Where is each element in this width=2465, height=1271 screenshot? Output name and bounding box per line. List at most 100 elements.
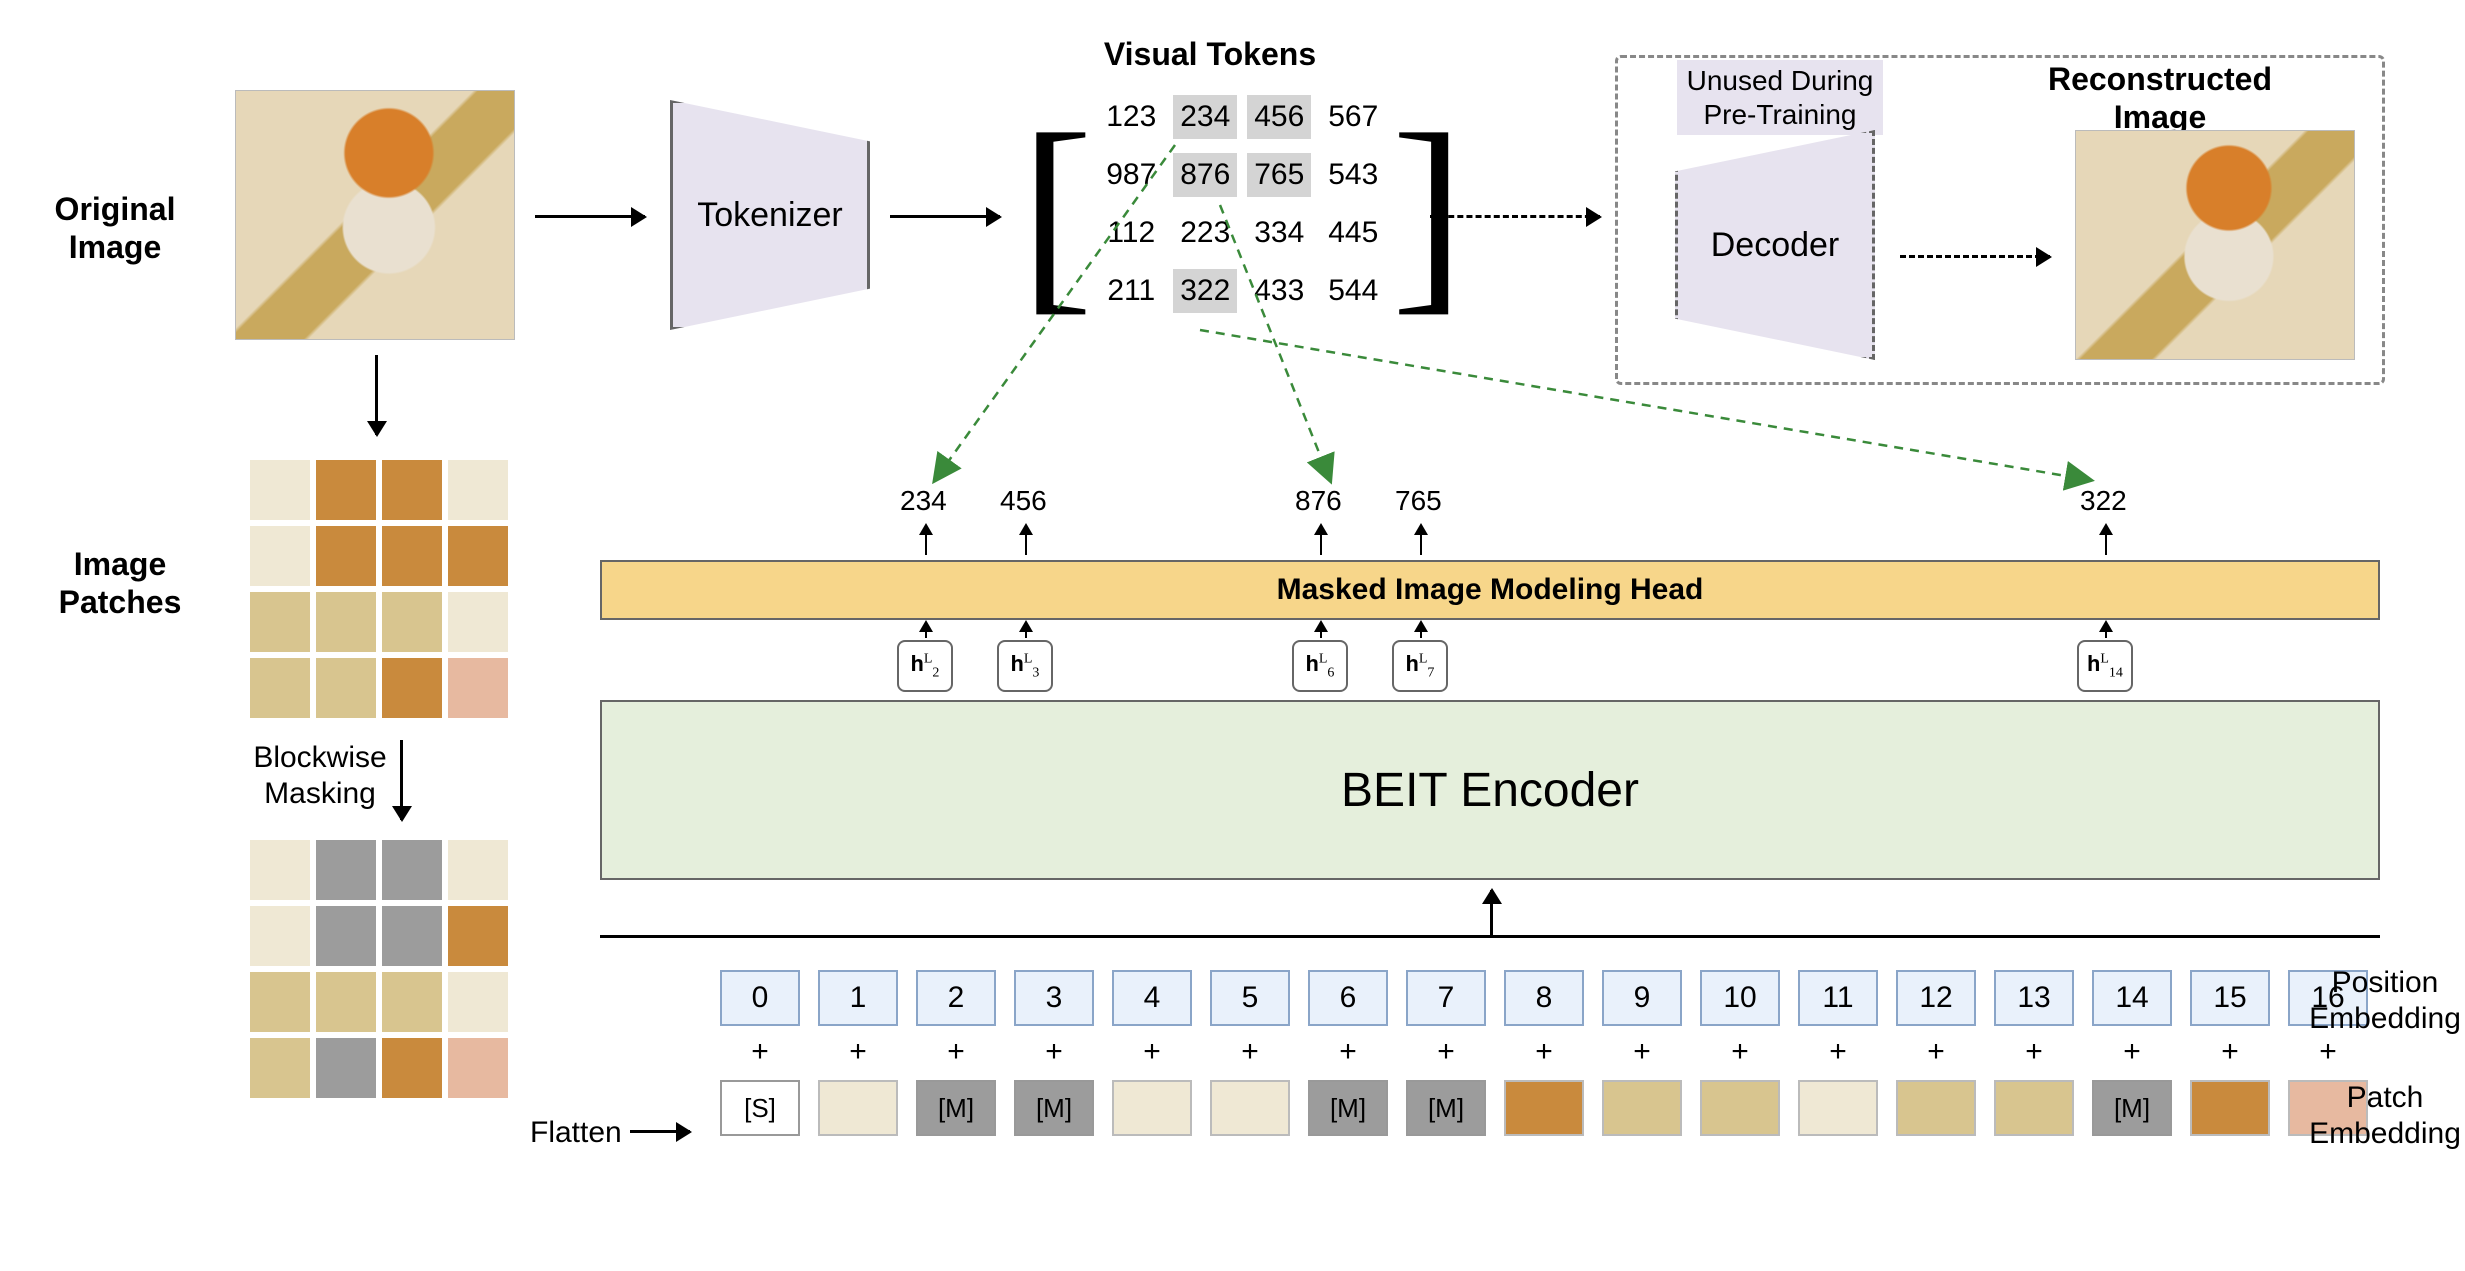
patch-cell xyxy=(250,658,310,718)
patch-cell xyxy=(382,526,442,586)
token-cell: 322 xyxy=(1173,269,1237,313)
decoder-text: Decoder xyxy=(1711,226,1840,265)
arrow-img-to-patches xyxy=(375,355,378,435)
pred-token-4: 322 xyxy=(2080,485,2127,517)
image-patches-grid xyxy=(250,460,508,718)
mim-head: Masked Image Modeling Head xyxy=(600,560,2380,620)
token-cell: 765 xyxy=(1247,153,1311,197)
token-cell: 123 xyxy=(1099,95,1163,139)
patch-cell xyxy=(316,906,376,966)
patch-cell xyxy=(382,840,442,900)
arrow-h-1 xyxy=(1025,622,1027,638)
position-cell: 8 xyxy=(1504,970,1584,1026)
arrow-pred-4 xyxy=(2105,525,2107,555)
patch-cell xyxy=(250,460,310,520)
plus-symbol: + xyxy=(2288,1035,2368,1069)
embedding-bus-line xyxy=(600,935,2380,938)
patch-cell xyxy=(448,658,508,718)
patch-cell xyxy=(316,1038,376,1098)
patch-cell xyxy=(250,592,310,652)
token-cell: 876 xyxy=(1173,153,1237,197)
patch-embedding-cell xyxy=(1896,1080,1976,1136)
token-cell: 543 xyxy=(1321,153,1385,197)
arrow-tokenizer-to-tokens xyxy=(890,215,1000,218)
hbox-6: 𝐡L6 xyxy=(1292,640,1348,692)
token-cell: 987 xyxy=(1099,153,1163,197)
token-grid: 1232344565679878767655431122233344452113… xyxy=(1099,95,1385,327)
position-cell: 12 xyxy=(1896,970,1976,1026)
position-embedding-label: Position Embedding xyxy=(2295,965,2465,1037)
position-cell: 3 xyxy=(1014,970,1094,1026)
encoder-block: BEIT Encoder xyxy=(600,700,2380,880)
plus-symbol: + xyxy=(1602,1035,1682,1069)
plus-symbol: + xyxy=(1994,1035,2074,1069)
arrow-tokens-to-decoder xyxy=(1430,215,1600,218)
tokenizer-text: Tokenizer xyxy=(697,196,843,235)
masked-patches-grid xyxy=(250,840,508,1098)
patch-cell xyxy=(250,972,310,1032)
patch-embedding-cell xyxy=(1798,1080,1878,1136)
pred-token-3: 765 xyxy=(1395,485,1442,517)
patch-cell xyxy=(316,658,376,718)
patch-cell xyxy=(382,592,442,652)
plus-symbol: + xyxy=(1210,1035,1290,1069)
pred-token-1: 456 xyxy=(1000,485,1047,517)
patch-cell xyxy=(316,840,376,900)
tokenizer-block: Tokenizer xyxy=(670,100,870,330)
plus-symbol: + xyxy=(818,1035,898,1069)
plus-symbol: + xyxy=(1406,1035,1486,1069)
token-cell: 567 xyxy=(1321,95,1385,139)
patch-embedding-cell xyxy=(1602,1080,1682,1136)
patch-cell xyxy=(448,1038,508,1098)
arrow-img-to-tokenizer xyxy=(535,215,645,218)
flatten-label: Flatten xyxy=(530,1115,622,1151)
hbox-2: 𝐡L2 xyxy=(897,640,953,692)
arrow-patches-to-masked xyxy=(400,740,403,820)
patch-cell xyxy=(448,906,508,966)
position-cell: 1 xyxy=(818,970,898,1026)
patch-embedding-label: Patch Embedding xyxy=(2295,1080,2465,1152)
patch-embedding-cell: [M] xyxy=(916,1080,996,1136)
unused-label: Unused During Pre-Training xyxy=(1640,60,1920,135)
arrow-pred-2 xyxy=(1320,525,1322,555)
plus-symbol: + xyxy=(1308,1035,1388,1069)
token-cell: 433 xyxy=(1247,269,1311,313)
patch-cell xyxy=(382,1038,442,1098)
plus-symbol: + xyxy=(2190,1035,2270,1069)
position-cell: 13 xyxy=(1994,970,2074,1026)
pred-token-2: 876 xyxy=(1295,485,1342,517)
bracket-left: [ xyxy=(1020,112,1093,310)
patch-cell xyxy=(448,592,508,652)
patch-cell xyxy=(382,658,442,718)
position-cell: 4 xyxy=(1112,970,1192,1026)
patch-cell xyxy=(250,840,310,900)
patch-cell xyxy=(448,972,508,1032)
blockwise-masking-label: Blockwise Masking xyxy=(240,740,400,812)
patch-embedding-cell: [M] xyxy=(1014,1080,1094,1136)
arrow-h-4 xyxy=(2105,622,2107,638)
patch-embedding-cell: [M] xyxy=(2092,1080,2172,1136)
plus-row: +++++++++++++++++ xyxy=(720,1035,2368,1069)
original-image-label: Original Image xyxy=(20,190,210,267)
position-cell: 0 xyxy=(720,970,800,1026)
reconstructed-image xyxy=(2075,130,2355,360)
patch-cell xyxy=(250,1038,310,1098)
patch-cell xyxy=(316,592,376,652)
position-cell: 9 xyxy=(1602,970,1682,1026)
patch-embedding-cell xyxy=(1210,1080,1290,1136)
patch-cell xyxy=(448,840,508,900)
patch-embedding-row: [S][M][M][M][M][M] xyxy=(720,1080,2368,1136)
arrow-decoder-to-recon xyxy=(1900,255,2050,258)
patch-cell xyxy=(316,972,376,1032)
patch-cell xyxy=(316,460,376,520)
patch-embedding-cell xyxy=(1700,1080,1780,1136)
arrow-h-3 xyxy=(1420,622,1422,638)
patch-cell xyxy=(316,526,376,586)
token-cell: 223 xyxy=(1173,211,1237,255)
arrow-emb-to-encoder xyxy=(1490,890,1493,935)
patch-cell xyxy=(382,972,442,1032)
mim-head-text: Masked Image Modeling Head xyxy=(1277,573,1704,607)
arrow-flatten xyxy=(630,1130,690,1133)
plus-symbol: + xyxy=(1896,1035,1976,1069)
patch-cell xyxy=(382,460,442,520)
